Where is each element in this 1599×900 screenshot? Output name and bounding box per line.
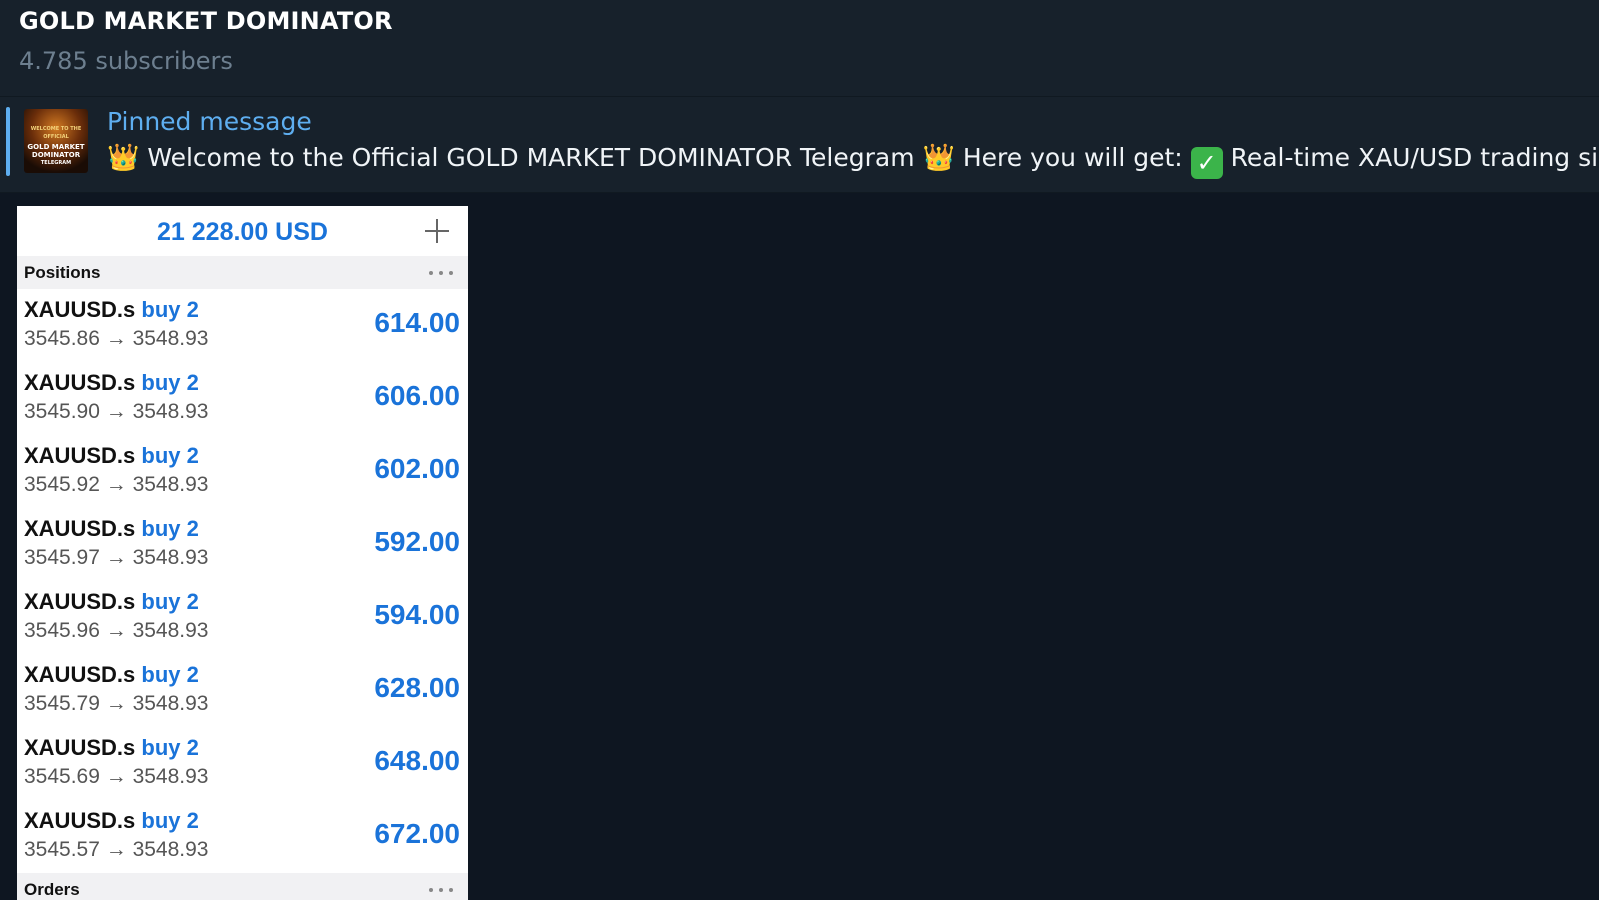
pinned-thumbnail: WELCOME TO THE OFFICIAL GOLD MARKET DOMI… bbox=[24, 109, 88, 173]
orders-label: Orders bbox=[24, 880, 80, 899]
positions-label: Positions bbox=[24, 263, 101, 282]
pinned-preview-text: 👑 Welcome to the Official GOLD MARKET DO… bbox=[107, 143, 1599, 179]
thumbnail-line-2: GOLD MARKET DOMINATOR bbox=[27, 143, 85, 159]
channel-title: GOLD MARKET DOMINATOR bbox=[19, 7, 393, 35]
position-profit: 672.00 bbox=[374, 818, 460, 849]
pinned-text-part-2: Here you will get: bbox=[962, 143, 1183, 172]
position-row: XAUUSD.s buy 2 3545.96 → 3548.93 594.00 bbox=[17, 581, 468, 654]
account-balance: 21 228.00 USD bbox=[157, 218, 328, 246]
position-profit: 602.00 bbox=[374, 453, 460, 484]
pinned-label: Pinned message bbox=[107, 107, 312, 136]
position-row: XAUUSD.s buy 2 3545.97 → 3548.93 592.00 bbox=[17, 508, 468, 581]
position-row: XAUUSD.s buy 2 3545.79 → 3548.93 628.00 bbox=[17, 654, 468, 727]
thumbnail-line-1: WELCOME TO THE OFFICIAL bbox=[30, 126, 82, 140]
position-symbol: XAUUSD.s buy 2 bbox=[24, 808, 199, 833]
position-row: XAUUSD.s buy 2 3545.90 → 3548.93 606.00 bbox=[17, 362, 468, 435]
position-profit: 594.00 bbox=[374, 599, 460, 630]
position-prices: 3545.86 → 3548.93 bbox=[24, 327, 209, 350]
crown-icon: 👑 bbox=[922, 143, 955, 173]
position-profit: 606.00 bbox=[374, 380, 460, 411]
position-prices: 3545.69 → 3548.93 bbox=[24, 765, 209, 788]
position-symbol: XAUUSD.s buy 2 bbox=[24, 516, 199, 541]
position-profit: 628.00 bbox=[374, 672, 460, 703]
more-icon bbox=[429, 271, 455, 276]
position-symbol: XAUUSD.s buy 2 bbox=[24, 370, 199, 395]
position-prices: 3545.97 → 3548.93 bbox=[24, 546, 209, 569]
position-row: XAUUSD.s buy 2 3545.86 → 3548.93 614.00 bbox=[17, 289, 468, 362]
pinned-indicator bbox=[6, 107, 10, 176]
position-row: XAUUSD.s buy 2 3545.69 → 3548.93 648.00 bbox=[17, 727, 468, 800]
thumbnail-line-3: TELEGRAM bbox=[40, 160, 72, 166]
pinned-message-bar[interactable]: WELCOME TO THE OFFICIAL GOLD MARKET DOMI… bbox=[0, 97, 1599, 193]
position-symbol: XAUUSD.s buy 2 bbox=[24, 589, 199, 614]
position-symbol: XAUUSD.s buy 2 bbox=[24, 735, 199, 760]
channel-header[interactable]: GOLD MARKET DOMINATOR 4.785 subscribers bbox=[0, 0, 1599, 97]
positions-section-header: Positions bbox=[17, 256, 468, 289]
position-profit: 614.00 bbox=[374, 307, 460, 338]
position-prices: 3545.90 → 3548.93 bbox=[24, 400, 209, 423]
crown-icon: 👑 bbox=[107, 143, 140, 173]
pinned-text-part-1: Welcome to the Official GOLD MARKET DOMI… bbox=[147, 143, 915, 172]
trade-screenshot-image[interactable]: 21 228.00 USD Positions XAUUSD.s buy 2 3… bbox=[17, 206, 468, 900]
position-symbol: XAUUSD.s buy 2 bbox=[24, 443, 199, 468]
position-prices: 3545.57 → 3548.93 bbox=[24, 838, 209, 861]
position-prices: 3545.79 → 3548.93 bbox=[24, 692, 209, 715]
position-profit: 648.00 bbox=[374, 745, 460, 776]
subscriber-count: 4.785 subscribers bbox=[19, 47, 233, 75]
position-prices: 3545.96 → 3548.93 bbox=[24, 619, 209, 642]
orders-section-header: Orders bbox=[17, 873, 468, 900]
position-symbol: XAUUSD.s buy 2 bbox=[24, 297, 199, 322]
position-prices: 3545.92 → 3548.93 bbox=[24, 473, 209, 496]
position-profit: 592.00 bbox=[374, 526, 460, 557]
position-row: XAUUSD.s buy 2 3545.92 → 3548.93 602.00 bbox=[17, 435, 468, 508]
check-mark-icon: ✓ bbox=[1190, 147, 1223, 179]
plus-icon bbox=[424, 218, 450, 244]
pinned-text-part-3: Real-time XAU/USD trading signals bbox=[1230, 143, 1599, 172]
position-row: XAUUSD.s buy 2 3545.57 → 3548.93 672.00 bbox=[17, 800, 468, 873]
position-symbol: XAUUSD.s buy 2 bbox=[24, 662, 199, 687]
more-icon bbox=[429, 888, 455, 893]
